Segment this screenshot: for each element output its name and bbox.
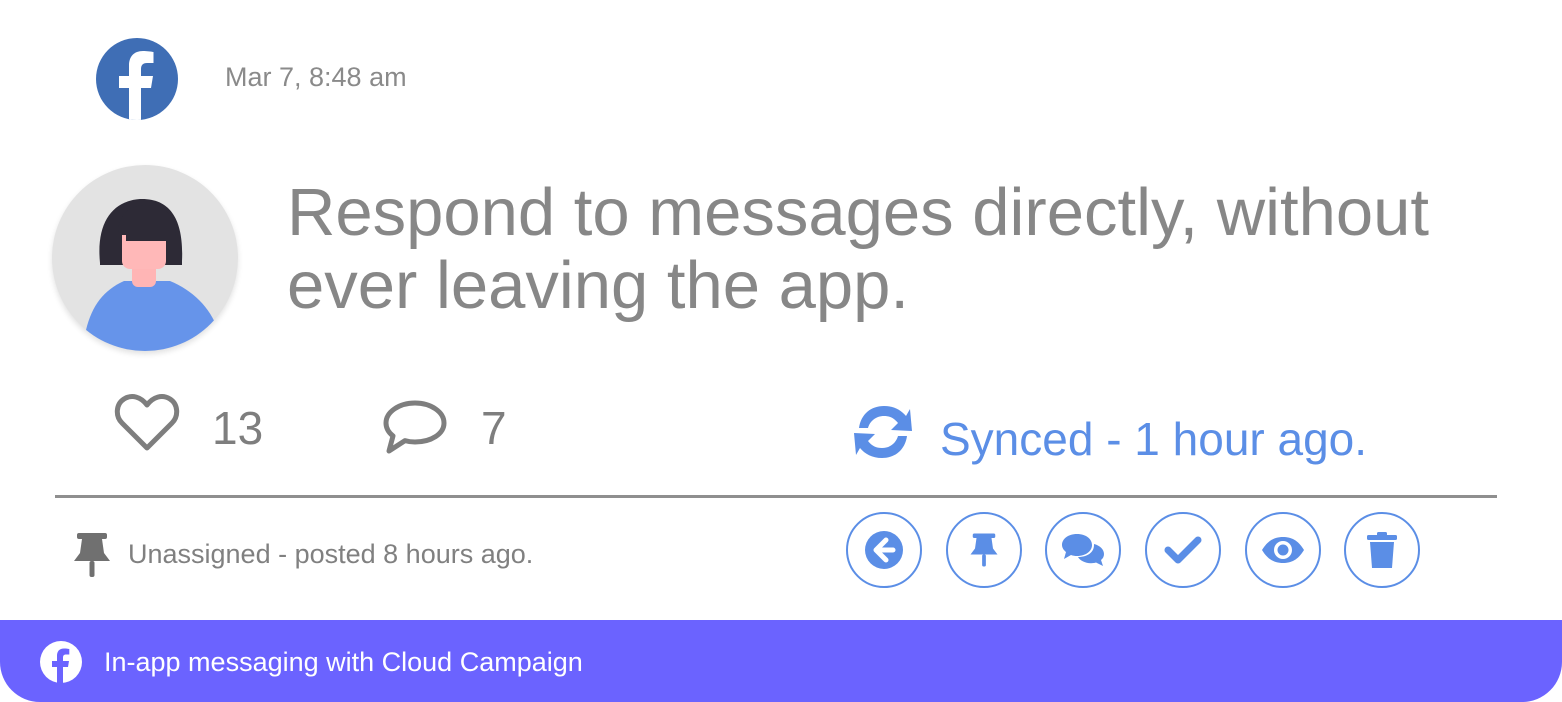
likes-count: 13 [212,402,264,454]
facebook-icon [96,38,178,120]
back-button[interactable] [846,512,922,588]
post-message: Respond to messages directly, without ev… [287,175,1430,323]
avatar [52,165,238,351]
assignment-status: Unassigned - posted 8 hours ago. [128,539,534,569]
trash-icon [1367,532,1397,568]
arrow-left-circle-icon [865,531,903,569]
comments-count: 7 [481,402,507,454]
facebook-icon [40,641,82,683]
reply-button[interactable] [1045,512,1121,588]
heart-icon[interactable] [114,393,180,453]
comment-icon[interactable] [381,398,449,456]
delete-button[interactable] [1344,512,1420,588]
pin-button[interactable] [946,512,1022,588]
checkmark-icon [1164,536,1202,564]
eye-icon [1262,537,1304,563]
complete-button[interactable] [1145,512,1221,588]
divider [55,495,1497,498]
comments-icon [1062,534,1104,566]
footer-caption: In-app messaging with Cloud Campaign [104,647,583,677]
sync-icon[interactable] [851,401,915,463]
view-button[interactable] [1245,512,1321,588]
pin-icon [970,533,998,567]
pin-icon [72,531,112,579]
sync-status: Synced - 1 hour ago. [940,413,1368,465]
post-timestamp: Mar 7, 8:48 am [225,62,407,92]
